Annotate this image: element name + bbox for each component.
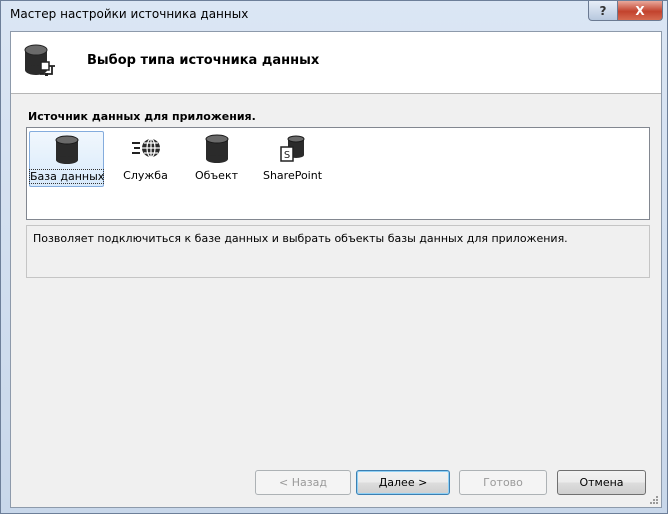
database-icon [55, 135, 78, 164]
object-cylinder-icon [205, 134, 228, 163]
next-button[interactable]: Далее > [356, 470, 450, 495]
type-item-label: Служба [123, 169, 168, 182]
title-bar[interactable]: Мастер настройки источника данных ? X [1, 1, 667, 31]
sharepoint-icon: S [279, 135, 304, 162]
help-button[interactable]: ? [588, 1, 618, 21]
globe-service-icon [131, 138, 160, 158]
type-item-label: База данных [29, 169, 105, 184]
help-icon: ? [599, 3, 607, 18]
description-text: Позволяет подключиться к базе данных и в… [33, 232, 568, 245]
type-item-label: Объект [194, 169, 239, 182]
close-button[interactable]: X [617, 1, 663, 21]
data-source-type-list[interactable]: База данных Служба Объект S SharePoint [26, 127, 650, 220]
section-label: Источник данных для приложения. [28, 110, 256, 123]
type-item-sharepoint[interactable]: S SharePoint [255, 131, 330, 187]
cancel-button[interactable]: Отмена [557, 470, 646, 495]
resize-grip-icon[interactable] [649, 495, 659, 505]
database-plug-icon [24, 44, 55, 76]
wizard-client-area: Выбор типа источника данных Источник дан… [10, 31, 662, 508]
type-item-object[interactable]: Объект [179, 131, 254, 187]
wizard-window: Мастер настройки источника данных ? X Вы… [0, 0, 668, 514]
close-icon: X [635, 3, 645, 18]
page-title: Выбор типа источника данных [87, 53, 320, 68]
type-item-label: SharePoint [262, 169, 323, 182]
window-title: Мастер настройки источника данных [10, 7, 249, 21]
svg-text:S: S [283, 150, 289, 161]
finish-button[interactable]: Готово [459, 470, 547, 495]
type-item-database[interactable]: База данных [29, 131, 104, 187]
type-item-service[interactable]: Служба [108, 131, 183, 187]
wizard-header: Выбор типа источника данных [11, 32, 661, 94]
back-button[interactable]: < Назад [255, 470, 351, 495]
description-box: Позволяет подключиться к базе данных и в… [26, 225, 650, 278]
